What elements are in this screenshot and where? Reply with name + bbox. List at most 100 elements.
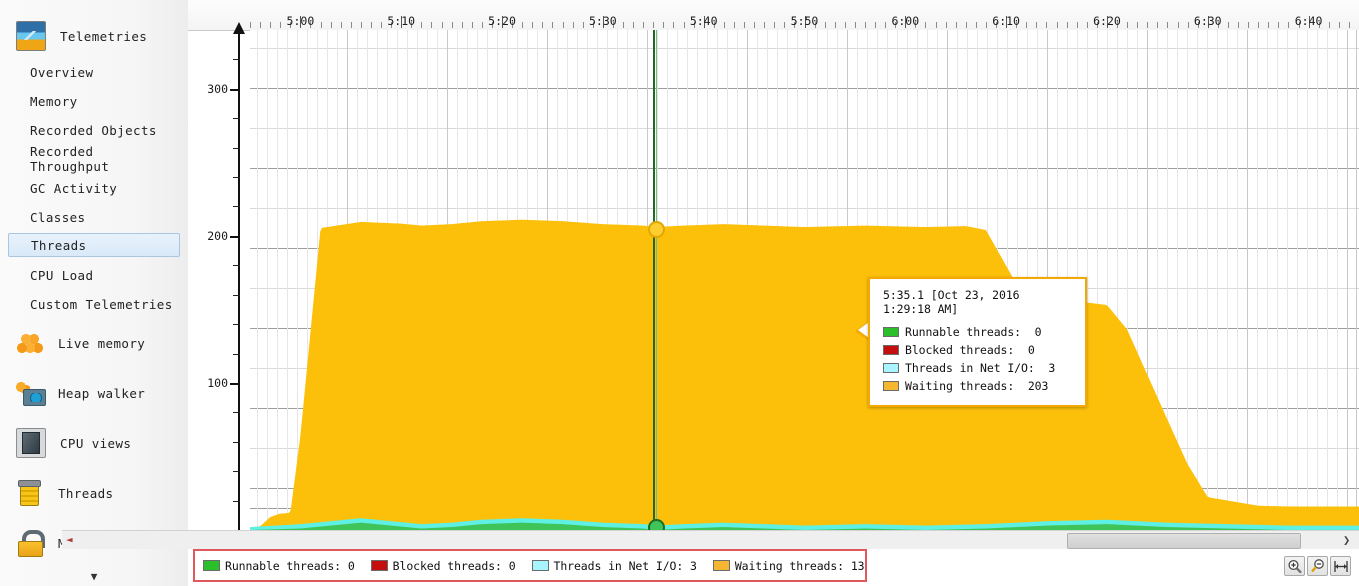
time-axis-label: 5:20 xyxy=(488,14,516,28)
heap-walker-icon xyxy=(16,379,46,407)
y-axis-major-tick xyxy=(230,88,240,91)
sidebar-item-classes[interactable]: Classes xyxy=(8,205,180,229)
time-axis-minor-tick xyxy=(723,22,725,28)
time-axis-minor-tick xyxy=(784,22,786,28)
time-axis-minor-tick xyxy=(260,22,262,28)
scroll-left-arrow-icon[interactable]: ◄ xyxy=(66,534,73,546)
time-axis-minor-tick xyxy=(562,22,564,28)
time-axis-label: 5:40 xyxy=(689,14,718,28)
sidebar-item-gc-activity[interactable]: GC Activity xyxy=(8,176,180,200)
chart-toolbar xyxy=(1284,556,1351,576)
sidebar-group-telemetries[interactable]: Telemetries xyxy=(0,16,188,56)
swatch-waiting-icon xyxy=(712,560,730,571)
sidebar-item-recorded-throughput[interactable]: Recorded Throughput xyxy=(8,144,180,174)
time-axis-minor-tick xyxy=(320,22,322,28)
zoom-out-icon xyxy=(1311,559,1324,573)
legend-item-runnable: Runnable threads: 0 xyxy=(203,559,355,573)
y-axis-line xyxy=(238,30,240,530)
sidebar-group-label: Telemetries xyxy=(60,28,148,44)
chevron-down-icon[interactable]: ▼ xyxy=(0,571,188,582)
legend-item-text: Waiting threads: 13 xyxy=(734,558,865,573)
sidebar-item-label: GC Activity xyxy=(30,180,118,196)
y-axis-minor-tick xyxy=(233,265,240,267)
legend-item-blocked: Blocked threads: 0 xyxy=(370,559,516,573)
sidebar-item-cpu-load[interactable]: CPU Load xyxy=(8,263,180,287)
sidebar-group-threads[interactable]: Threads xyxy=(0,473,188,513)
time-axis-minor-tick xyxy=(1328,22,1330,28)
tooltip-row-text: Threads in Net I/O: 3 xyxy=(905,361,1056,375)
zoom-in-button[interactable] xyxy=(1284,556,1305,576)
time-axis-minor-tick xyxy=(1056,22,1058,28)
time-axis-label: 5:10 xyxy=(387,14,416,28)
legend-item-text: Runnable threads: 0 xyxy=(225,558,355,573)
time-axis-minor-tick xyxy=(945,22,947,28)
tooltip-row-text: Waiting threads: 203 xyxy=(905,379,1049,393)
telemetry-icon xyxy=(16,21,46,51)
y-axis-label: 100 xyxy=(207,375,228,390)
time-axis-minor-tick xyxy=(1187,22,1189,28)
time-axis-minor-tick xyxy=(370,22,372,28)
sidebar-group-live-memory[interactable]: Live memory xyxy=(0,323,188,363)
sidebar-item-label: Memory xyxy=(30,93,78,109)
zoom-out-button[interactable] xyxy=(1307,556,1328,576)
swatch-blocked-icon xyxy=(370,560,388,571)
y-axis-label: 200 xyxy=(207,228,228,243)
sidebar-group-cpu-views[interactable]: CPU views xyxy=(0,423,188,463)
time-axis-minor-tick xyxy=(582,22,584,28)
time-axis-minor-tick xyxy=(1127,22,1129,28)
sidebar-group-heap-walker[interactable]: Heap walker xyxy=(0,373,188,413)
y-axis-major-tick xyxy=(230,382,240,385)
time-axis-minor-tick xyxy=(633,22,635,28)
sidebar-item-label: Classes xyxy=(30,209,86,225)
time-axis-label: 6:30 xyxy=(1193,14,1222,28)
plot-area[interactable] xyxy=(250,30,1359,530)
scrollbar-thumb[interactable] xyxy=(1067,533,1301,549)
time-axis-label: 6:10 xyxy=(992,14,1020,28)
time-axis-label: 5:00 xyxy=(286,14,315,28)
time-axis-minor-tick xyxy=(663,22,665,28)
cursor-marker-glow xyxy=(656,30,658,530)
sidebar-item-overview[interactable]: Overview xyxy=(8,60,180,84)
y-axis-minor-tick xyxy=(233,441,240,443)
thread-history-chart: 5:00 5:10 5:20 5:30 5:40 5:50 6:00 6:10 6:20 6:30… xyxy=(188,0,1359,586)
datapoint-tooltip: 5:35.1 [Oct 23, 2016 1:29:18 AM] Runnabl… xyxy=(868,277,1087,407)
tooltip-timestamp: 5:35.1 [Oct 23, 2016 1:29:18 AM] xyxy=(883,288,1020,316)
time-axis-minor-tick xyxy=(975,22,977,28)
time-axis-minor-tick xyxy=(552,22,554,28)
time-axis-label: 5:50 xyxy=(790,14,819,28)
sidebar-item-threads[interactable]: Threads xyxy=(8,233,180,257)
y-axis-arrow-icon xyxy=(233,22,245,34)
fit-to-width-button[interactable] xyxy=(1330,556,1351,576)
time-axis-minor-tick xyxy=(875,22,877,28)
time-axis-minor-tick xyxy=(744,22,745,28)
sidebar-item-custom-telemetries[interactable]: Custom Telemetries xyxy=(8,292,180,316)
time-axis-minor-tick xyxy=(441,22,443,28)
time-axis-minor-tick xyxy=(532,22,534,28)
time-axis-minor-tick xyxy=(643,22,645,28)
cursor-data-point-waiting xyxy=(647,220,665,238)
time-axis-label: 5:30 xyxy=(589,14,617,28)
time-axis-minor-tick xyxy=(935,22,937,28)
y-axis-minor-tick xyxy=(233,294,240,296)
swatch-waiting-icon xyxy=(883,381,899,391)
time-axis-minor-tick xyxy=(381,22,383,28)
time-axis-minor-tick xyxy=(824,22,826,28)
sidebar-item-recorded-objects[interactable]: Recorded Objects xyxy=(8,118,180,142)
time-axis-minor-tick xyxy=(1157,22,1159,28)
sidebar-group-label: Heap walker xyxy=(58,385,146,401)
time-axis-minor-tick xyxy=(1258,22,1260,28)
time-axis-minor-tick xyxy=(280,22,282,28)
sidebar-item-label: Recorded Throughput xyxy=(30,144,110,174)
time-axis-minor-tick xyxy=(431,22,433,28)
horizontal-scrollbar[interactable]: ◄ ❯ xyxy=(62,530,1359,549)
legend-item-waiting: Waiting threads: 13 xyxy=(712,558,865,573)
time-axis-minor-tick xyxy=(1076,22,1078,28)
time-axis-minor-tick xyxy=(854,22,856,28)
swatch-blocked-icon xyxy=(883,345,899,355)
time-axis-minor-tick xyxy=(330,22,332,28)
sidebar-item-memory[interactable]: Memory xyxy=(8,89,180,113)
tooltip-row-text: Blocked threads: 0 xyxy=(905,343,1035,357)
cursor-marker-line[interactable] xyxy=(653,30,656,530)
scroll-right-arrow-icon[interactable]: ❯ xyxy=(1343,533,1350,547)
time-axis-label: 6:20 xyxy=(1093,14,1121,28)
